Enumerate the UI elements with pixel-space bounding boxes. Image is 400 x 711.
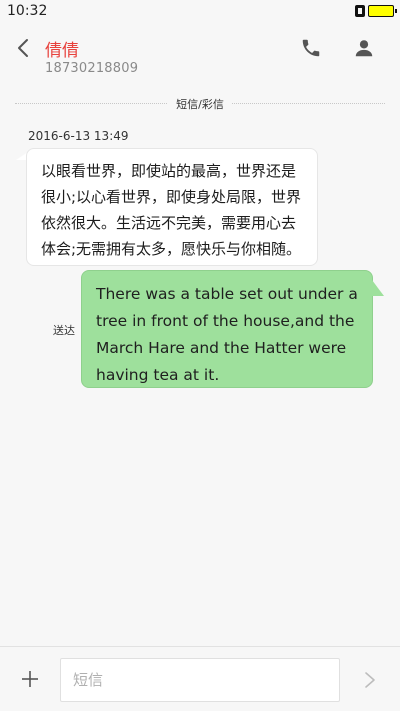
person-icon[interactable] bbox=[353, 37, 375, 59]
outgoing-message-bubble[interactable]: There was a table set out under a tree i… bbox=[81, 270, 373, 388]
contact-name: 倩倩 bbox=[45, 41, 79, 61]
plus-icon[interactable] bbox=[20, 669, 40, 689]
incoming-message-bubble[interactable]: 以眼看世界，即使站的最高，世界还是 很小;以心看世界，即使身处局限，世界 依然很… bbox=[26, 148, 318, 266]
message-line: There was a table set out under a bbox=[96, 285, 358, 303]
contact-number: 18730218809 bbox=[45, 61, 139, 76]
channel-label-text: 短信/彩信 bbox=[168, 98, 232, 111]
message-timestamp: 2016-6-13 13:49 bbox=[28, 129, 129, 143]
sms-conversation-screen: 10:32 倩倩 18730218809 短信/彩信 2016-6-13 13:… bbox=[0, 0, 400, 711]
send-arrow-icon[interactable] bbox=[361, 670, 379, 690]
status-bar: 10:32 bbox=[0, 0, 400, 24]
chevron-left-icon[interactable] bbox=[12, 36, 36, 60]
delivery-status: 送达 bbox=[53, 324, 75, 337]
channel-label: 短信/彩信 bbox=[0, 96, 400, 112]
message-line: having tea at it. bbox=[96, 366, 220, 384]
status-time: 10:32 bbox=[7, 3, 48, 19]
charging-icon bbox=[355, 5, 365, 17]
phone-icon[interactable] bbox=[300, 37, 322, 59]
message-line: 以眼看世界，即使站的最高，世界还是 bbox=[41, 162, 297, 180]
message-line: 很小;以心看世界，即使身处局限，世界 bbox=[41, 188, 302, 206]
outgoing-bubble-tail bbox=[372, 280, 384, 296]
battery-icon bbox=[368, 5, 397, 17]
message-line: tree in front of the house,and the bbox=[96, 312, 355, 330]
message-line: 依然很大。生活远不完美，需要用心去 bbox=[41, 214, 297, 232]
message-line: March Hare and the Hatter were bbox=[96, 339, 347, 357]
message-line: 体会;无需拥有太多，愿快乐与你相随。 bbox=[41, 240, 302, 258]
message-composer bbox=[0, 646, 400, 711]
message-input[interactable] bbox=[60, 658, 340, 702]
conversation-header: 倩倩 18730218809 bbox=[0, 24, 400, 88]
